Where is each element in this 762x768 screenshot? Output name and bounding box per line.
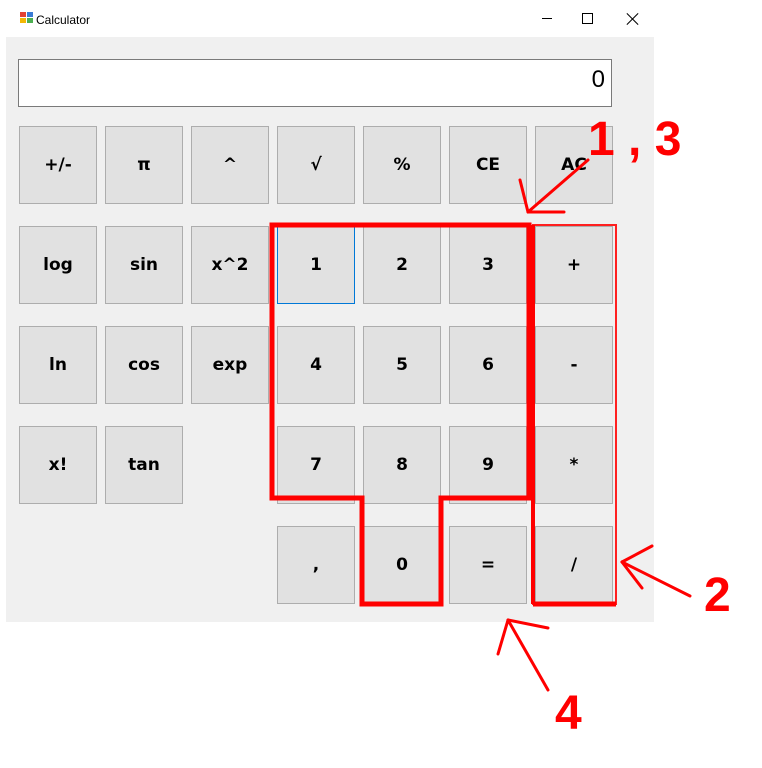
plus-minus-button[interactable]: +/- [19,126,97,204]
add-button[interactable]: + [535,226,613,304]
annotation-label-1-3: 1 , 3 [588,113,682,166]
digit-6-button[interactable]: 6 [449,326,527,404]
annotation-label-2: 2 [704,569,731,622]
digit-7-button[interactable]: 7 [277,426,355,504]
sin-button[interactable]: sin [105,226,183,304]
title-bar: Calculator [6,0,654,37]
multiply-button[interactable]: * [535,426,613,504]
digit-3-button[interactable]: 3 [449,226,527,304]
digit-5-button[interactable]: 5 [363,326,441,404]
equals-button[interactable]: = [449,526,527,604]
percent-button[interactable]: % [363,126,441,204]
subtract-button[interactable]: - [535,326,613,404]
digit-0-button[interactable]: 0 [363,526,441,604]
exp-button[interactable]: exp [191,326,269,404]
digit-9-button[interactable]: 9 [449,426,527,504]
annotation-label-4: 4 [555,687,582,740]
factorial-button[interactable]: x! [19,426,97,504]
digit-8-button[interactable]: 8 [363,426,441,504]
window-title: Calculator [36,13,91,27]
result-display: 0 [18,59,612,107]
maximize-icon [581,13,593,24]
sqrt-button[interactable]: √ [277,126,355,204]
pi-button[interactable]: π [105,126,183,204]
close-button[interactable] [610,0,656,37]
maximize-button[interactable] [564,0,610,37]
power-button[interactable]: ^ [191,126,269,204]
cos-button[interactable]: cos [105,326,183,404]
digit-4-button[interactable]: 4 [277,326,355,404]
divide-button[interactable]: / [535,526,613,604]
ln-button[interactable]: ln [19,326,97,404]
clear-entry-button[interactable]: CE [449,126,527,204]
digit-1-button[interactable]: 1 [277,226,355,304]
tan-button[interactable]: tan [105,426,183,504]
square-button[interactable]: x^2 [191,226,269,304]
comma-button[interactable]: , [277,526,355,604]
close-icon [627,13,639,25]
arrow-to-bottom-icon [496,618,550,692]
digit-2-button[interactable]: 2 [363,226,441,304]
log-button[interactable]: log [19,226,97,304]
calculator-app-icon [20,12,34,24]
minimize-icon [542,18,552,19]
